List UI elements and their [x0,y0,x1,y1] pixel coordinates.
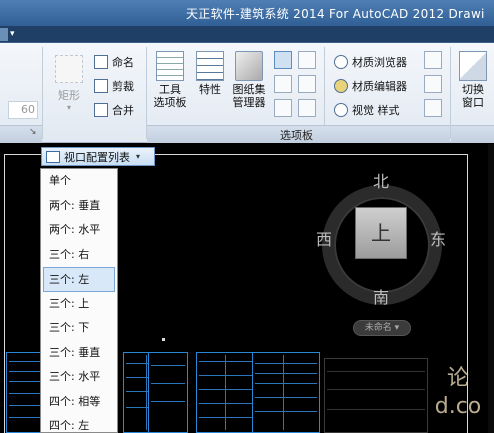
title-bar: 天正软件-建筑系统 2014 For AutoCAD 2012 Drawi [0,0,494,26]
tool-palette-icon [156,51,184,81]
viewcube-north[interactable]: 北 [373,168,389,192]
layer-icon[interactable] [298,99,316,117]
menu-item[interactable]: 两个: 水平 [41,218,117,243]
sheet-set-manager-button[interactable]: 图纸集 管理器 [228,51,270,109]
rectangle-icon [55,55,83,83]
sheet-set-label: 图纸集 管理器 [232,83,266,109]
command-line-toggle-icon[interactable] [274,51,292,69]
menu-item[interactable]: 三个: 下 [41,316,117,341]
viewcube-east[interactable]: 东 [430,226,446,250]
menu-item[interactable]: 三个: 水平 [41,365,117,390]
properties-label: 特性 [199,83,221,96]
menu-item[interactable]: 两个: 垂直 [41,194,117,219]
rectangle-viewport-button[interactable]: 矩形 ▾ [52,55,86,112]
rectangle-label: 矩形 [58,89,80,102]
join-viewport-label: 合并 [112,104,134,117]
design-center-icon[interactable] [274,99,292,117]
quick-access-dropdown-icon[interactable]: ▾ [10,29,15,39]
menu-item-selected[interactable]: 三个: 左 [43,267,115,292]
wcs-menu-button[interactable]: 未命名 ▾ [353,320,411,336]
tool-palettes-label: 工具 选项板 [153,83,187,109]
sun-properties-icon[interactable] [424,75,442,93]
quickcalc-icon[interactable] [298,75,316,93]
clip-viewport-label: 剪裁 [112,80,134,93]
material-editor-button[interactable]: 材质编辑器 [334,77,407,95]
lights-icon[interactable] [424,51,442,69]
dropdown-caret-icon: ▾ [136,152,141,161]
ribbon: 60 矩形 ▾ 命名 剪裁 合并 工具 选项板 特性 图纸集 管理器 材质浏览器 [0,43,494,143]
switch-windows-icon [459,51,487,81]
visual-styles-label: 视觉 样式 [352,104,400,117]
panel-title-bar [451,125,494,143]
clip-icon [94,79,108,93]
viewcube-top-face[interactable]: 上 [355,207,407,259]
watermark-line2: d.co [434,394,482,419]
menu-item[interactable]: 单个 [41,169,117,194]
panel-expand-icon[interactable]: ↘ [29,127,37,137]
advanced-render-icon[interactable] [424,99,442,117]
material-browser-label: 材质浏览器 [352,56,407,69]
viewcube-west[interactable]: 西 [316,226,332,250]
site-watermark-logo: 论 d.co [428,365,488,425]
viewport-config-dropdown[interactable]: 视口配置列表 ▾ [41,147,155,166]
watermark-line1: 论 [446,366,469,391]
menu-item[interactable]: 三个: 垂直 [41,341,117,366]
panel-separator [42,47,43,139]
join-icon [94,103,108,117]
clip-viewport-button[interactable]: 剪裁 [94,77,134,95]
visual-styles-button[interactable]: 视觉 样式 [334,101,400,119]
vertical-scrollbar[interactable] [488,144,494,433]
viewport-config-label: 视口配置列表 [64,150,130,164]
application-tab[interactable] [0,28,8,41]
menu-item[interactable]: 四个: 相等 [41,390,117,415]
name-viewport-label: 命名 [112,56,134,69]
menu-item[interactable]: 三个: 上 [41,292,117,317]
quick-access-toolbar: ▾ [0,26,494,43]
material-browser-icon [334,55,348,69]
material-browser-button[interactable]: 材质浏览器 [334,53,407,71]
wcs-label: 未命名 [364,323,392,333]
rectangle-caret-icon: ▾ [66,103,71,112]
name-viewport-button[interactable]: 命名 [94,53,134,71]
properties-button[interactable]: 特性 [194,51,226,96]
wcs-caret-icon: ▾ [394,323,400,333]
dbconnect-icon[interactable] [298,51,316,69]
palettes-panel-title: 选项板 [280,129,313,142]
switch-window-label: 切换 窗口 [462,83,484,109]
zoom-value-field[interactable]: 60 [8,101,38,119]
sheet-set-icon [235,51,263,81]
markup-set-icon[interactable] [274,75,292,93]
viewport-config-menu: 单个 两个: 垂直 两个: 水平 三个: 右 三个: 左 三个: 上 三个: 下… [40,168,118,433]
drawing-sheet [252,352,320,433]
join-viewport-button[interactable]: 合并 [94,101,134,119]
drawing-sheet [148,352,188,433]
menu-item[interactable]: 三个: 右 [41,243,117,268]
material-editor-icon [334,79,348,93]
viewcube-south[interactable]: 南 [373,284,389,308]
properties-icon [196,51,224,81]
menu-item[interactable]: 四个: 左 [41,414,117,432]
viewport-config-icon [46,150,60,163]
window-title: 天正软件-建筑系统 2014 For AutoCAD 2012 Drawi [186,7,485,21]
drawing-sheet [324,358,428,433]
cursor-marker [162,338,165,341]
material-editor-label: 材质编辑器 [352,80,407,93]
visual-styles-icon [334,103,348,117]
tool-palettes-button[interactable]: 工具 选项板 [150,51,190,109]
switch-window-button[interactable]: 切换 窗口 [456,51,490,109]
named-views-icon [94,55,108,69]
drawing-sheet [196,352,256,433]
